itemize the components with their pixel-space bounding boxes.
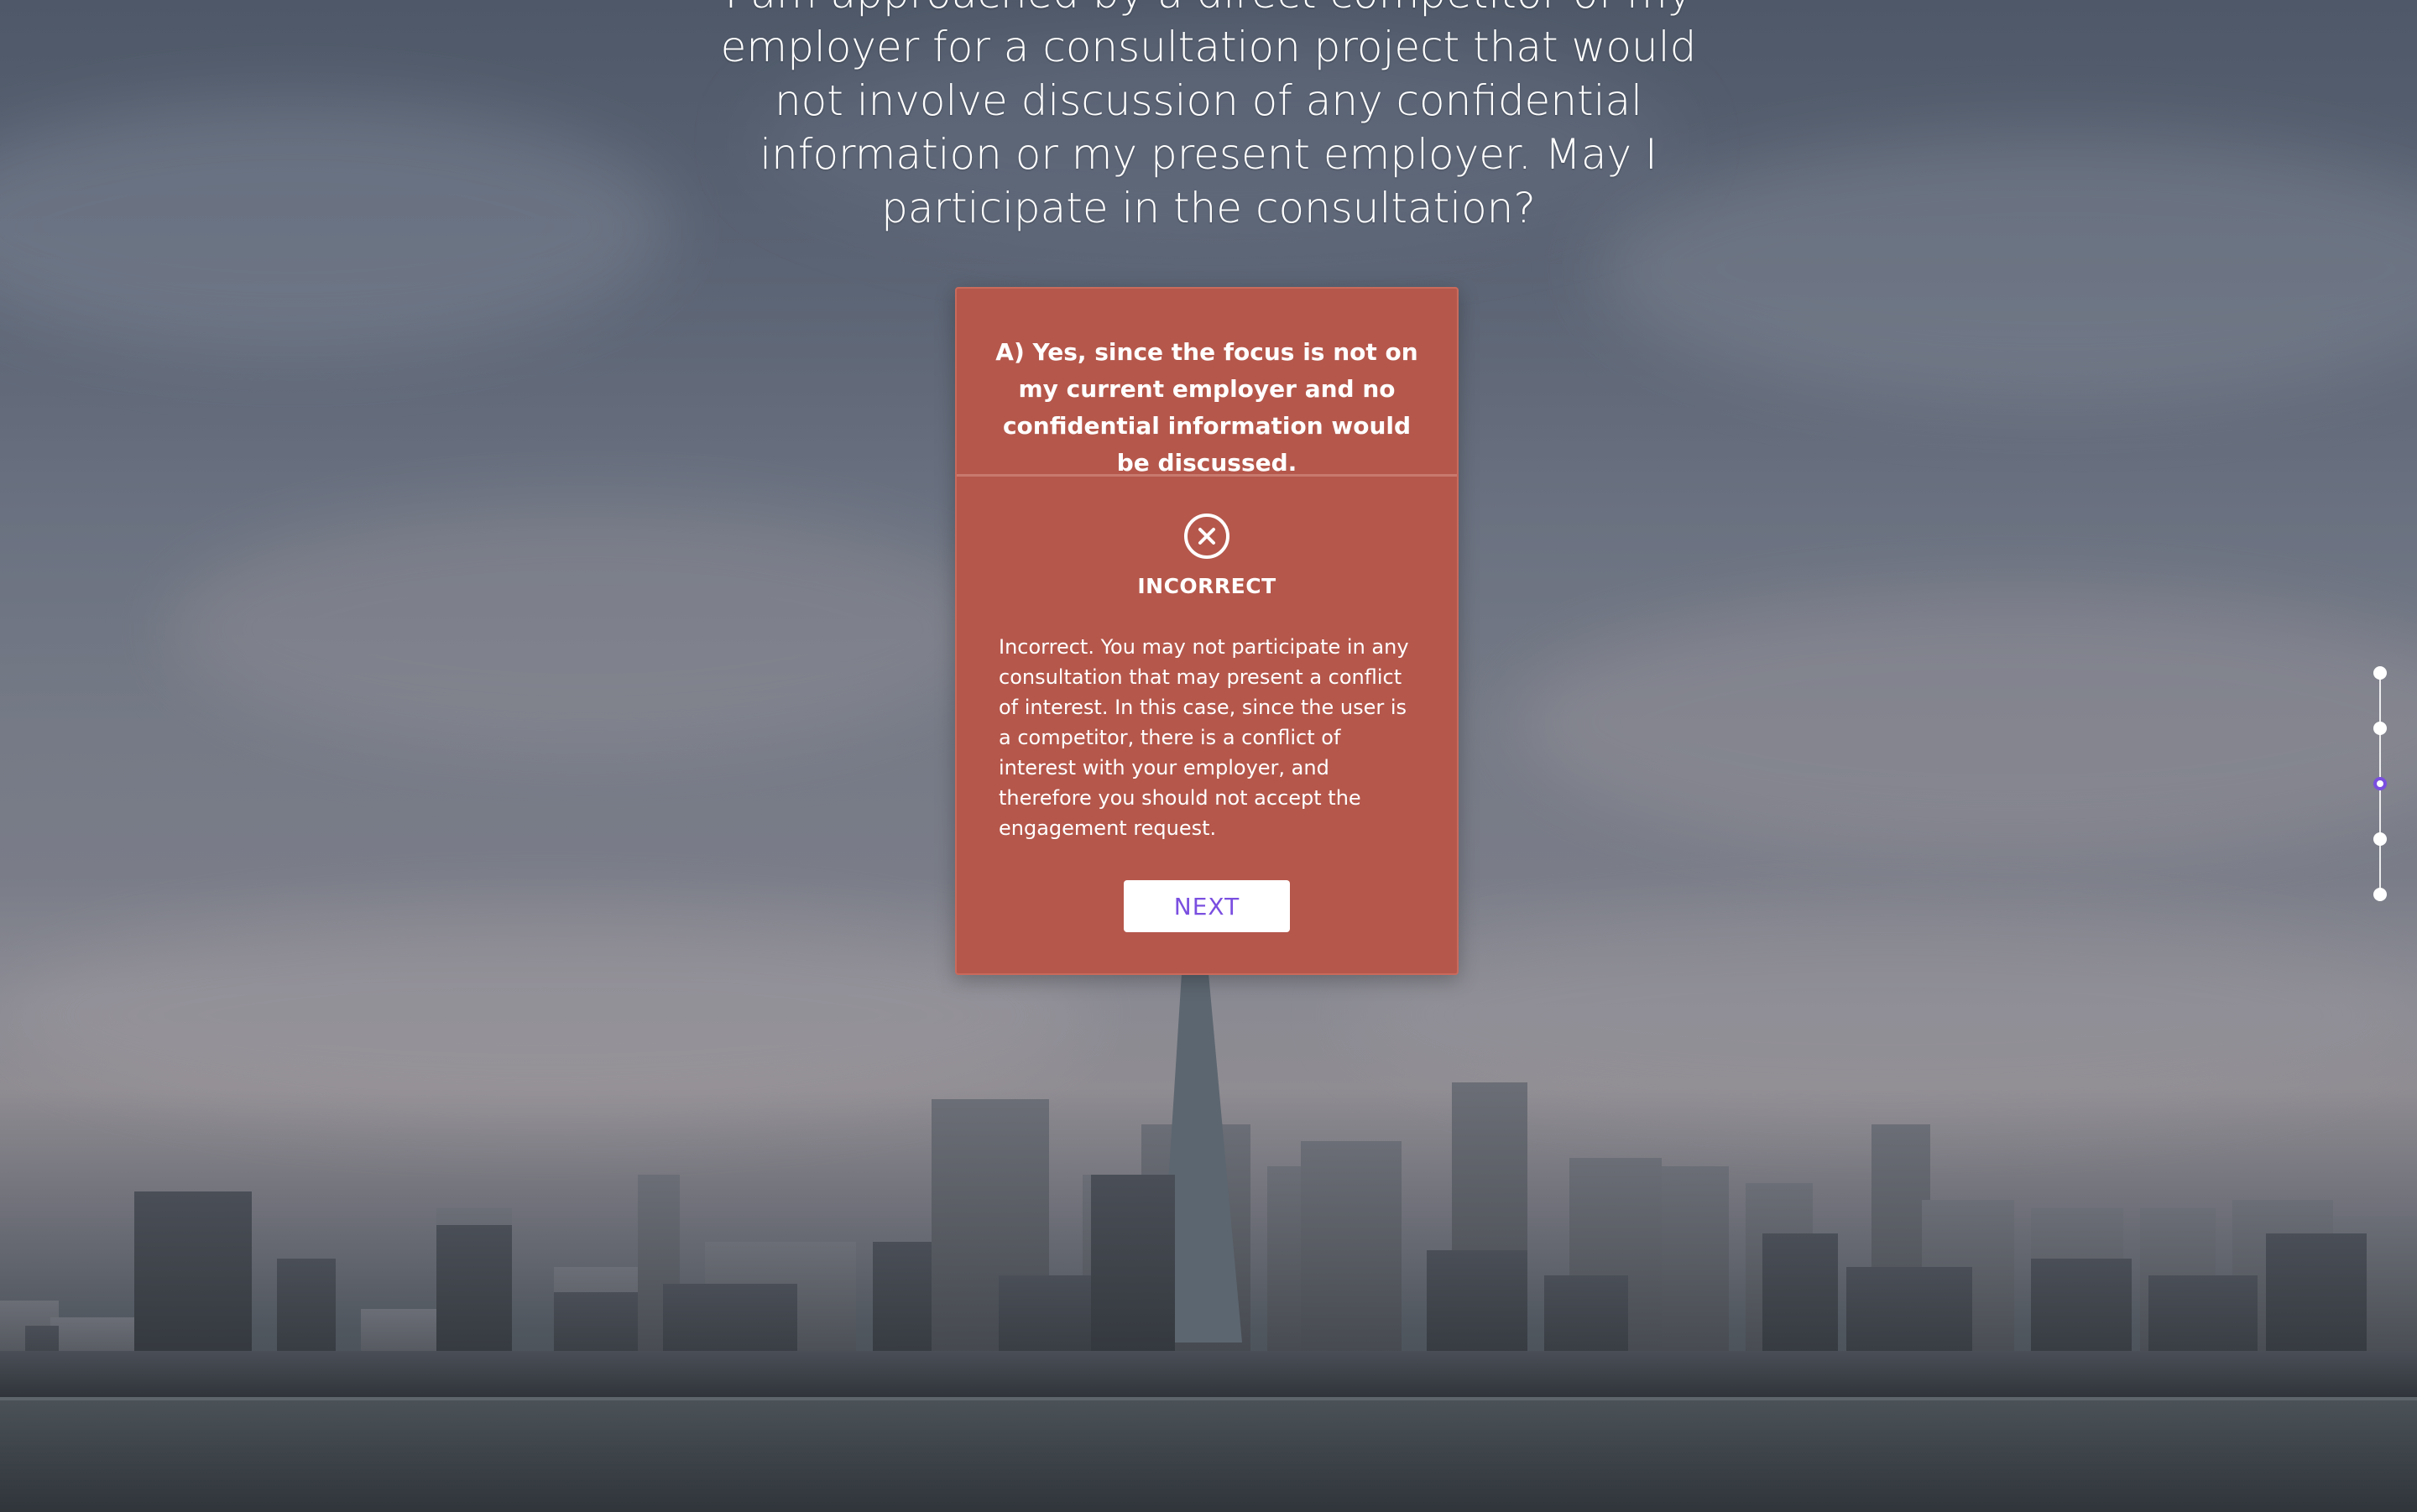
- progress-navigation: [2367, 663, 2394, 906]
- progress-dot-5[interactable]: [2373, 888, 2387, 901]
- progress-dot-4[interactable]: [2373, 832, 2387, 846]
- result-label: INCORRECT: [1137, 574, 1276, 598]
- selected-answer: A) Yes, since the focus is not on my cur…: [957, 289, 1457, 477]
- question-text: I am approached by a direct competitor o…: [720, 0, 1697, 232]
- feedback-section: INCORRECT Incorrect. You may not partici…: [957, 477, 1457, 932]
- answer-feedback-card: A) Yes, since the focus is not on my cur…: [955, 287, 1459, 975]
- circle-x-icon: [1184, 514, 1229, 559]
- progress-dot-3-current[interactable]: [2373, 777, 2387, 790]
- feedback-explanation: Incorrect. You may not participate in an…: [999, 635, 1409, 840]
- progress-dot-2[interactable]: [2373, 722, 2387, 735]
- progress-dot-1[interactable]: [2373, 666, 2387, 680]
- next-button[interactable]: NEXT: [1124, 880, 1290, 932]
